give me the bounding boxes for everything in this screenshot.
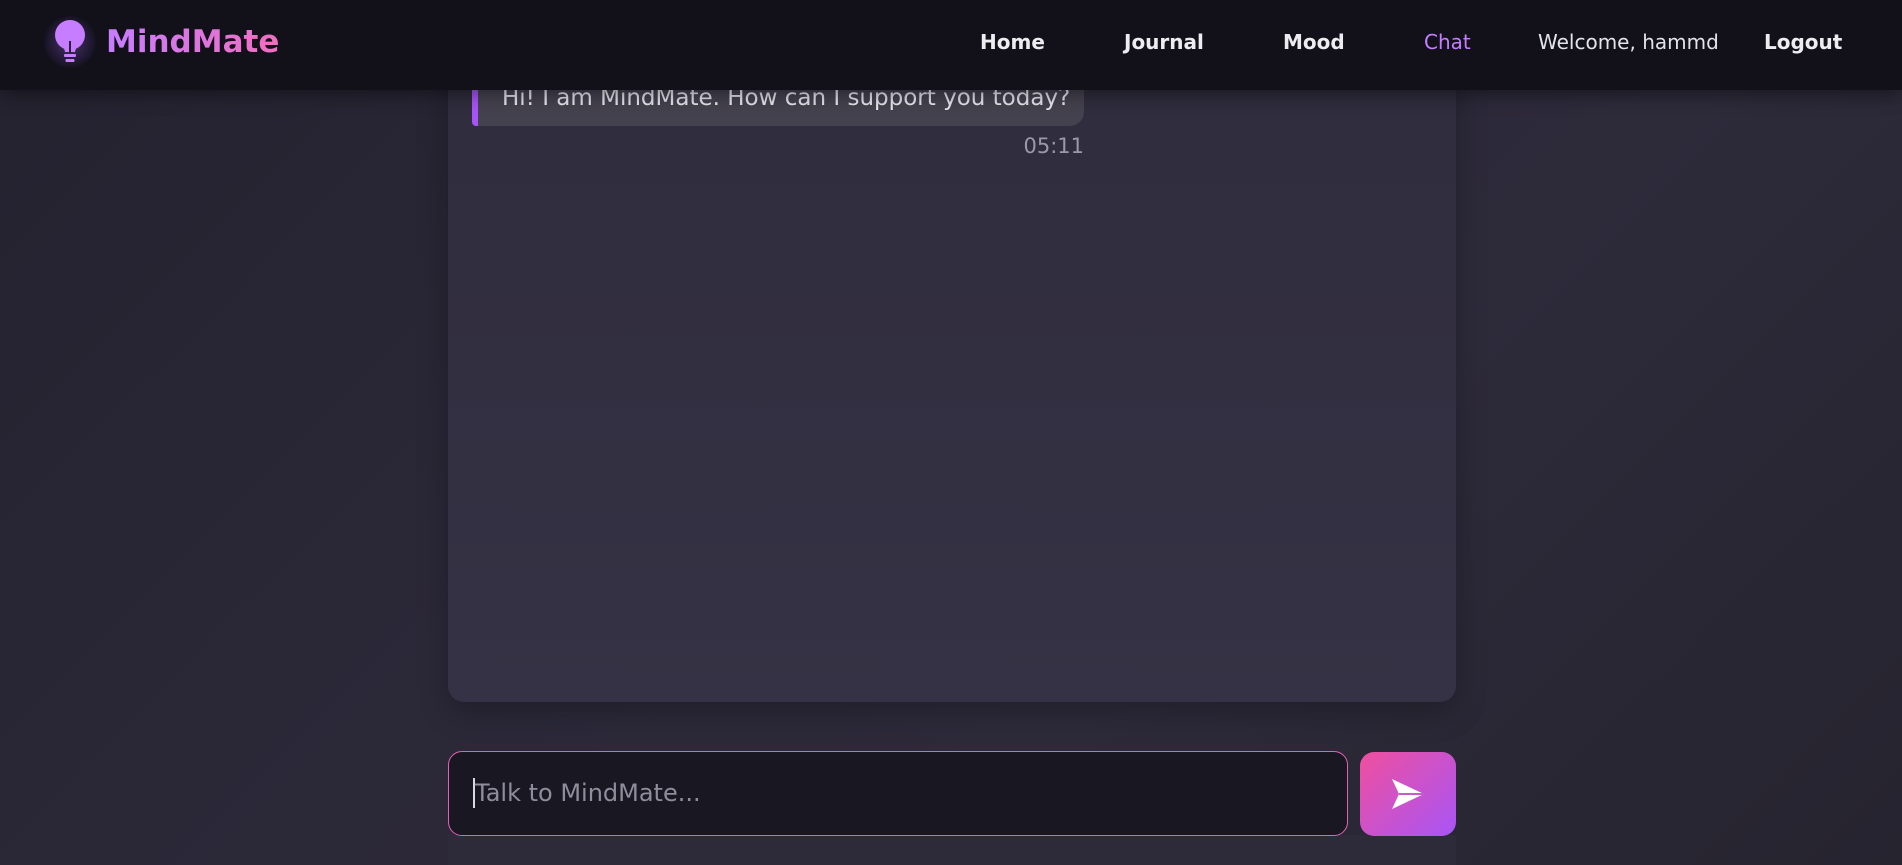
brand-name[interactable]: MindMate bbox=[106, 20, 279, 64]
nav-home[interactable]: Home bbox=[980, 28, 1045, 56]
chat-messages-panel: Hi! I am MindMate. How can I support you… bbox=[448, 40, 1456, 702]
welcome-text: Welcome, hammd bbox=[1538, 30, 1719, 54]
nav-journal[interactable]: Journal bbox=[1124, 28, 1204, 56]
chat-input[interactable]: Talk to MindMate... bbox=[448, 751, 1348, 836]
composer-background bbox=[448, 835, 1456, 865]
lightbulb-icon bbox=[44, 16, 96, 68]
nav-mood[interactable]: Mood bbox=[1283, 28, 1345, 56]
nav-chat[interactable]: Chat bbox=[1424, 28, 1471, 56]
message-timestamp: 05:11 bbox=[1023, 134, 1084, 158]
send-button[interactable] bbox=[1360, 752, 1456, 836]
top-navbar: MindMate Home Journal Mood Chat Welcome,… bbox=[0, 0, 1902, 90]
chat-input-placeholder: Talk to MindMate... bbox=[475, 779, 701, 807]
logout-link[interactable]: Logout bbox=[1764, 28, 1842, 56]
send-icon bbox=[1392, 779, 1424, 809]
